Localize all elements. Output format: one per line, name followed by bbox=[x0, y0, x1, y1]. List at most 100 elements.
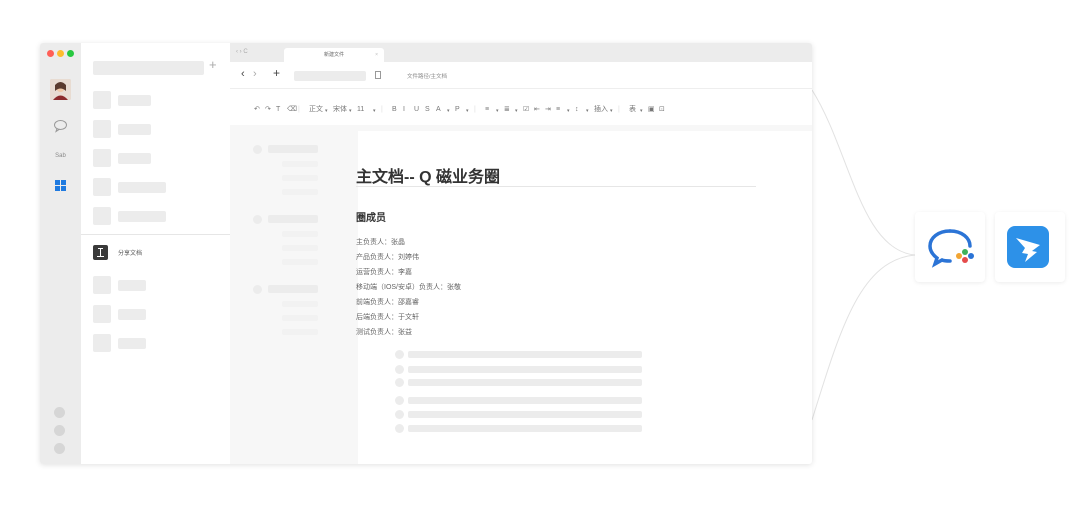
grid-apps-icon[interactable] bbox=[53, 178, 68, 193]
member-line[interactable]: 前端负责人：邵嘉睿 bbox=[356, 297, 419, 307]
member-line[interactable]: 后端负责人：于文轩 bbox=[356, 312, 419, 322]
toolbar-tool[interactable]: ▾ bbox=[610, 107, 613, 115]
toolbar-tool[interactable]: 表 bbox=[629, 106, 636, 114]
toolbar-tool[interactable]: ↷ bbox=[265, 106, 271, 114]
bullet-line bbox=[408, 411, 642, 418]
toolbar-tool[interactable]: A bbox=[436, 106, 441, 114]
member-line[interactable]: 产品负责人：刘婷伟 bbox=[356, 252, 419, 262]
list-item-label bbox=[118, 280, 146, 291]
toolbar-tool[interactable]: ↶ bbox=[254, 106, 260, 114]
list-item-icon bbox=[93, 120, 111, 138]
nav-glyphs[interactable]: ‹ › C bbox=[236, 49, 248, 55]
toolbar-tool[interactable]: ⇤ bbox=[534, 106, 540, 114]
back-button[interactable]: ‹ bbox=[241, 68, 245, 80]
toolbar-tool[interactable]: ▾ bbox=[447, 107, 450, 115]
toolbar-tool[interactable]: ▾ bbox=[325, 107, 328, 115]
toolbar-tool[interactable]: ≡ bbox=[485, 106, 489, 114]
abc-icon[interactable]: Sab bbox=[53, 149, 68, 164]
list-item-icon bbox=[93, 149, 111, 167]
wecom-logo-card[interactable] bbox=[915, 212, 985, 282]
toolbar-tool[interactable]: T bbox=[276, 106, 280, 114]
member-line[interactable]: 移动端（IOS/安卓）负责人：张敬 bbox=[356, 282, 461, 292]
toolbar-tool[interactable]: B bbox=[392, 106, 397, 114]
outline-line bbox=[268, 145, 318, 153]
outline-dot bbox=[253, 145, 262, 154]
outline-dot bbox=[253, 285, 262, 294]
path-text: 文件路径/主文档 bbox=[407, 74, 448, 80]
toolbar-tool[interactable]: 插入 bbox=[594, 106, 608, 114]
toolbar-tool[interactable]: 11 bbox=[357, 106, 364, 114]
toolbar-tool[interactable]: ≣ bbox=[504, 106, 510, 114]
toolbar-separator: | bbox=[618, 106, 620, 113]
toolbar-separator: | bbox=[298, 106, 300, 113]
add-item-button[interactable]: + bbox=[209, 57, 217, 72]
section-heading[interactable]: 圈成员 bbox=[356, 209, 386, 224]
toolbar-tool[interactable]: ▾ bbox=[640, 107, 643, 115]
new-tab-button[interactable]: + bbox=[273, 66, 280, 80]
url-placeholder[interactable] bbox=[294, 71, 366, 81]
toolbar-tool[interactable]: ▾ bbox=[349, 107, 352, 115]
toolbar-tool[interactable]: ▾ bbox=[466, 107, 469, 115]
toolbar-tool[interactable]: P bbox=[455, 106, 460, 114]
close-dot[interactable] bbox=[47, 50, 54, 57]
bullet-line bbox=[408, 425, 642, 432]
list-item-label bbox=[118, 95, 151, 106]
toolbar-tool[interactable]: 宋体 bbox=[333, 106, 347, 114]
list-item-label bbox=[118, 182, 166, 193]
outline-line bbox=[282, 315, 318, 321]
toolbar-tool[interactable]: I bbox=[403, 106, 405, 114]
toolbar-tool[interactable]: ⌫ bbox=[287, 106, 297, 114]
toolbar-tool[interactable]: ≡ bbox=[556, 106, 560, 114]
shared-doc-icon[interactable] bbox=[93, 245, 108, 260]
toolbar-tool[interactable]: ⇥ bbox=[545, 106, 551, 114]
maximize-dot[interactable] bbox=[67, 50, 74, 57]
toolbar-separator: | bbox=[474, 106, 476, 113]
format-toolbar: ↶ ↷ T ⌫ | 正文 ▾ 宋体 ▾ 11 ▾ | B I U S A ▾ P ▾ | ≡ ▾ ≣ ▾ ☑ ⇤ ⇥ ≡ ▾ ↕ ▾ 插入 ▾ | 表… bbox=[230, 89, 812, 125]
list-item-label bbox=[118, 211, 166, 222]
tab-bar: ‹ › C 新建文件 × bbox=[230, 43, 812, 62]
toolbar-tool[interactable]: S bbox=[425, 106, 430, 114]
document-title[interactable]: 主文档-- Q 磁业务圈 bbox=[356, 163, 500, 187]
bullet-line bbox=[408, 366, 642, 373]
toolbar-tool[interactable]: ▣ bbox=[648, 106, 655, 114]
outline-line bbox=[282, 329, 318, 335]
toolbar-tool[interactable]: ☑ bbox=[523, 106, 529, 114]
list-item-icon bbox=[93, 276, 111, 294]
bullet-line bbox=[408, 379, 642, 386]
dingtalk-logo-icon bbox=[1007, 226, 1049, 268]
toolbar-tool[interactable]: ⊡ bbox=[659, 106, 665, 114]
minimize-dot[interactable] bbox=[57, 50, 64, 57]
toolbar-tool[interactable]: ▾ bbox=[373, 107, 376, 115]
bullet-dot bbox=[395, 424, 404, 433]
toolbar-tool[interactable]: U bbox=[414, 106, 419, 114]
outline-line bbox=[282, 189, 318, 195]
title-divider bbox=[356, 186, 756, 187]
toolbar-tool[interactable]: 正文 bbox=[309, 106, 323, 114]
toolbar-tool[interactable]: ▾ bbox=[567, 107, 570, 115]
toolbar-tool[interactable]: ↕ bbox=[575, 106, 579, 114]
rail-placeholder-dot[interactable] bbox=[54, 407, 65, 418]
member-line[interactable]: 主负责人：张晶 bbox=[356, 237, 405, 247]
rail-placeholder-dot[interactable] bbox=[54, 425, 65, 436]
avatar[interactable] bbox=[50, 79, 71, 100]
chat-bubble-icon[interactable] bbox=[53, 118, 68, 133]
bullet-line bbox=[408, 351, 642, 358]
list-item-icon bbox=[93, 178, 111, 196]
rail-placeholder-dot[interactable] bbox=[54, 443, 65, 454]
address-bar: ‹ › + 文件路径/主文档 bbox=[230, 62, 812, 89]
dingtalk-logo-card[interactable] bbox=[995, 212, 1065, 282]
shared-doc-label[interactable]: 分享文档 bbox=[118, 248, 142, 257]
outline-line bbox=[282, 161, 318, 167]
member-line[interactable]: 运营负责人：李嘉 bbox=[356, 267, 412, 277]
toolbar-tool[interactable]: ▾ bbox=[515, 107, 518, 115]
forward-button[interactable]: › bbox=[253, 68, 257, 80]
member-line[interactable]: 测试负责人：张益 bbox=[356, 327, 412, 337]
search-placeholder[interactable] bbox=[93, 61, 204, 75]
bullet-dot bbox=[395, 365, 404, 374]
bullet-dot bbox=[395, 396, 404, 405]
tab-close-icon[interactable]: × bbox=[375, 48, 378, 62]
toolbar-tool[interactable]: ▾ bbox=[496, 107, 499, 115]
toolbar-tool[interactable]: ▾ bbox=[586, 107, 589, 115]
list-item-icon bbox=[93, 305, 111, 323]
tab-new-file[interactable]: 新建文件 × bbox=[284, 48, 384, 62]
